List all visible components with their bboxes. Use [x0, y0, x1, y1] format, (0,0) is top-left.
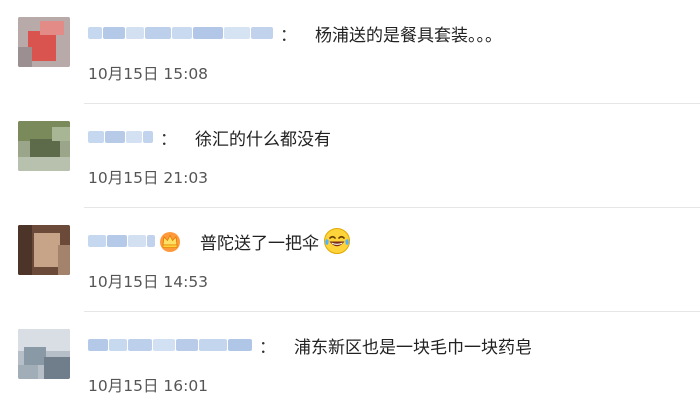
avatar[interactable]	[18, 121, 70, 171]
comment-text: 普陀送了一把伞	[200, 227, 351, 255]
comment-time: 10月15日 14:53	[88, 273, 209, 291]
comment-time: 10月15日 21:03	[88, 169, 209, 187]
avatar[interactable]	[18, 329, 70, 379]
comment-item: 普陀送了一把伞 10月15日 14:53	[0, 208, 700, 312]
comment-text: 浦东新区也是一块毛巾一块药皂	[294, 337, 532, 358]
comment-text-content: 普陀送了一把伞	[200, 233, 319, 254]
obscured-username[interactable]	[88, 235, 156, 247]
laughing-tears-emoji-icon	[323, 227, 351, 255]
name-colon: ：	[160, 129, 177, 150]
comment-text: 杨浦送的是餐具套装。。。	[315, 25, 502, 46]
comment-item: ： 浦东新区也是一块毛巾一块药皂 10月15日 16:01	[0, 312, 700, 416]
comment-time: 10月15日 15:08	[88, 65, 209, 83]
comment-item: ： 杨浦送的是餐具套装。。。 10月15日 15:08	[0, 0, 700, 104]
obscured-username[interactable]	[88, 27, 274, 39]
obscured-username[interactable]	[88, 339, 253, 351]
avatar[interactable]	[18, 225, 70, 275]
obscured-username[interactable]	[88, 131, 154, 143]
username[interactable]: ： 徐汇的什么都没有	[88, 125, 331, 150]
crown-icon	[158, 229, 182, 253]
name-colon: ：	[259, 337, 276, 358]
comment-time: 10月15日 16:01	[88, 377, 209, 395]
username[interactable]: ： 杨浦送的是餐具套装。。。	[88, 21, 502, 46]
username[interactable]: ： 浦东新区也是一块毛巾一块药皂	[88, 333, 532, 358]
username[interactable]: 普陀送了一把伞	[88, 227, 351, 255]
comment-text: 徐汇的什么都没有	[195, 129, 331, 150]
name-colon: ：	[280, 25, 297, 46]
comment-item: ： 徐汇的什么都没有 10月15日 21:03	[0, 104, 700, 208]
avatar[interactable]	[18, 17, 70, 67]
